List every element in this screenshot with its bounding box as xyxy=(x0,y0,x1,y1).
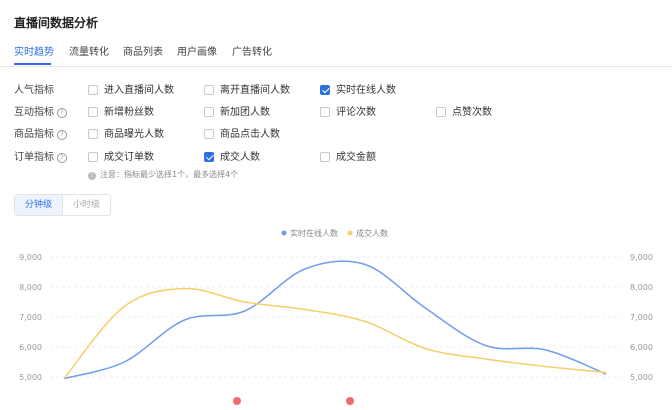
tab-realtime-trend[interactable]: 实时趋势 xyxy=(14,43,54,58)
legend-label: 实时在线人数 xyxy=(290,228,338,238)
minute-granularity-button[interactable]: 分钟级 xyxy=(15,195,64,215)
chart-grid xyxy=(50,256,622,378)
checkbox-box[interactable] xyxy=(88,107,98,117)
y-tick-label-right: 5,000 xyxy=(630,373,653,382)
selection-note: ! 注意：指标最少选择1个，最多选择4个 xyxy=(88,169,238,180)
metric-group-label-interaction: 互动指标? xyxy=(14,103,67,118)
tab-traffic-conversion[interactable]: 流量转化 xyxy=(69,43,109,58)
checkbox-box-checked[interactable] xyxy=(204,152,214,162)
y-tick-label-left: 7,000 xyxy=(19,313,42,322)
legend-label: 成交人数 xyxy=(356,228,388,238)
series-line xyxy=(63,260,607,380)
chart-lines xyxy=(63,260,607,380)
checkbox-likes[interactable]: 点赞次数 xyxy=(436,103,492,118)
info-icon: ! xyxy=(88,172,96,180)
y-tick-label-left: 5,000 xyxy=(19,373,42,382)
active-tab-indicator xyxy=(14,63,51,65)
metric-group-label-product: 商品指标? xyxy=(14,125,67,140)
checkbox-new-fans[interactable]: 新增粉丝数 xyxy=(88,103,154,118)
y-tick-label-left: 8,000 xyxy=(19,283,42,292)
chart-markers xyxy=(233,397,354,405)
checkbox-box[interactable] xyxy=(88,152,98,162)
checkbox-box[interactable] xyxy=(320,152,330,162)
trend-chart: 实时在线人数 成交人数 9,000 8,000 7,000 6,000 5,000 9,0… xyxy=(19,228,653,405)
checkbox-enter-room[interactable]: 进入直播间人数 xyxy=(88,81,174,96)
tab-product-list[interactable]: 商品列表 xyxy=(123,43,163,58)
hour-granularity-button[interactable]: 小时级 xyxy=(63,195,110,215)
checkbox-order-count[interactable]: 成交订单数 xyxy=(88,148,154,163)
y-tick-label-left: 9,000 xyxy=(19,253,42,262)
checkbox-box[interactable] xyxy=(320,107,330,117)
legend-marker xyxy=(281,230,287,236)
checkbox-product-exposure[interactable]: 商品曝光人数 xyxy=(88,125,164,140)
checkbox-box-checked[interactable] xyxy=(320,85,330,95)
checkbox-gmv[interactable]: 成交金额 xyxy=(320,148,376,163)
granularity-toggle: 分钟级 小时级 xyxy=(14,194,112,216)
page-title: 直播间数据分析 xyxy=(14,16,99,30)
tab-user-profile[interactable]: 用户画像 xyxy=(177,43,217,58)
event-marker[interactable] xyxy=(233,397,241,405)
checkbox-box[interactable] xyxy=(204,85,214,95)
event-marker[interactable] xyxy=(346,397,354,405)
checkbox-box[interactable] xyxy=(88,85,98,95)
series-line xyxy=(63,287,607,379)
checkbox-box[interactable] xyxy=(204,107,214,117)
checkbox-comments[interactable]: 评论次数 xyxy=(320,103,376,118)
tab-ad-conversion[interactable]: 广告转化 xyxy=(232,43,272,58)
chart-legend: 实时在线人数 成交人数 xyxy=(281,228,388,238)
help-icon[interactable]: ? xyxy=(57,130,67,140)
checkbox-box[interactable] xyxy=(88,129,98,139)
checkbox-online-viewers[interactable]: 实时在线人数 xyxy=(320,81,396,96)
checkbox-buyers[interactable]: 成交人数 xyxy=(204,148,260,163)
legend-marker xyxy=(347,230,353,236)
help-icon[interactable]: ? xyxy=(57,153,67,163)
y-axis-left: 9,000 8,000 7,000 6,000 5,000 xyxy=(19,253,42,382)
metric-group-label-popularity: 人气指标 xyxy=(14,85,54,96)
y-tick-label-right: 6,000 xyxy=(630,343,653,352)
y-tick-label-left: 6,000 xyxy=(19,343,42,352)
checkbox-box[interactable] xyxy=(436,107,446,117)
y-tick-label-right: 7,000 xyxy=(630,313,653,322)
checkbox-leave-room[interactable]: 离开直播间人数 xyxy=(204,81,290,96)
checkbox-box[interactable] xyxy=(204,129,214,139)
help-icon[interactable]: ? xyxy=(57,108,67,118)
checkbox-new-group-members[interactable]: 新加团人数 xyxy=(204,103,270,118)
checkbox-product-clicks[interactable]: 商品点击人数 xyxy=(204,125,280,140)
y-tick-label-right: 9,000 xyxy=(630,253,653,262)
y-tick-label-right: 8,000 xyxy=(630,283,653,292)
tab-bar: 实时趋势 流量转化 商品列表 用户画像 广告转化 xyxy=(0,38,672,67)
y-axis-right: 9,000 8,000 7,000 6,000 5,000 xyxy=(630,253,653,382)
metric-group-label-order: 订单指标? xyxy=(14,148,67,163)
